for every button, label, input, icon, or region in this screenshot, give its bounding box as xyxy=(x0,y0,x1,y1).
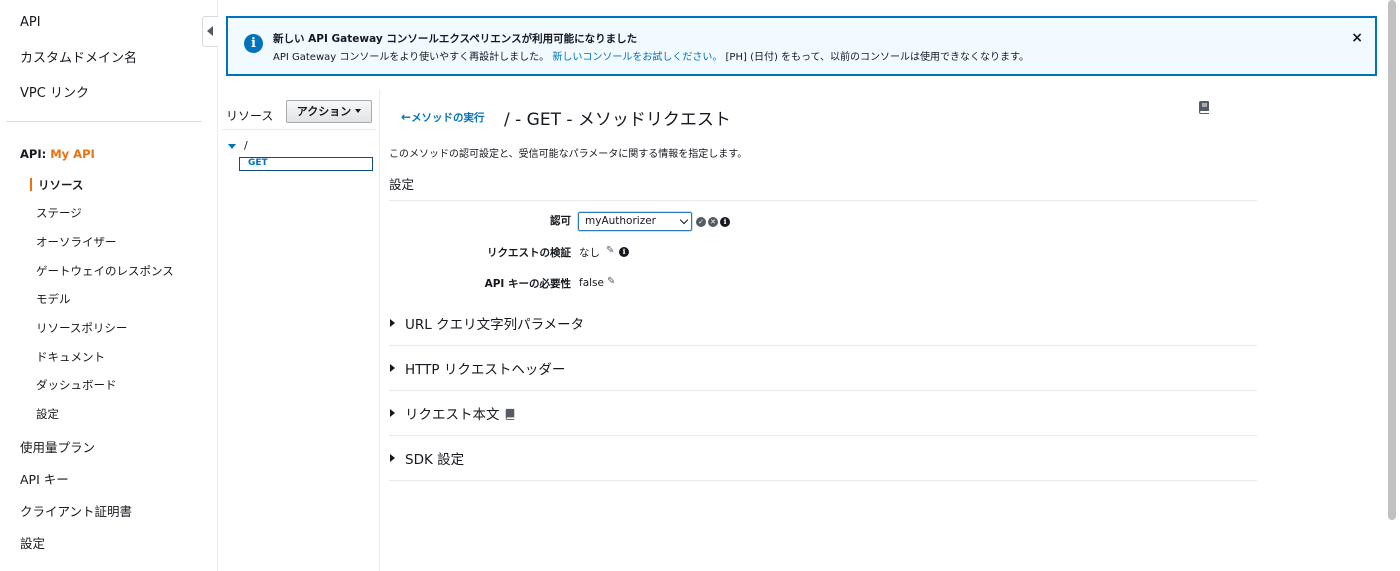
page-scrollbar[interactable] xyxy=(1388,0,1396,520)
nav-item-api-settings[interactable]: 設定 xyxy=(36,406,59,422)
pencil-icon[interactable]: ✎ xyxy=(606,245,614,256)
actions-button[interactable]: アクション xyxy=(286,100,372,123)
nav-item-models[interactable]: モデル xyxy=(36,291,71,307)
banner-body: API Gateway コンソールをより使いやすく再設計しました。 新しいコンソ… xyxy=(273,48,1029,63)
banner-text: API Gateway コンソールをより使いやすく再設計しました。 xyxy=(273,52,550,63)
nav-item-resources[interactable]: リソース xyxy=(38,177,83,193)
expand-toggle-icon[interactable] xyxy=(228,144,236,149)
caret-down-icon xyxy=(355,109,362,113)
nav-item-documentation[interactable]: ドキュメント xyxy=(36,349,105,365)
caret-right-icon xyxy=(390,319,395,327)
book-icon[interactable] xyxy=(504,408,516,420)
method-request-panel: ←メソッドの実行 / - GET - メソッドリクエスト このメソッドの認可設定… xyxy=(389,90,1257,490)
nav-item-apis[interactable]: API xyxy=(20,15,41,30)
book-icon[interactable] xyxy=(1197,100,1211,114)
chevron-down-icon xyxy=(679,215,689,225)
tree-root-resource[interactable]: / xyxy=(244,139,248,152)
nav-divider xyxy=(6,121,202,122)
nav-item-resource-policy[interactable]: リソースポリシー xyxy=(36,320,127,336)
try-new-console-link[interactable]: 新しいコンソールをお試しください。 xyxy=(552,52,722,63)
caret-right-icon xyxy=(390,409,395,417)
section-label: URL クエリ文字列パラメータ xyxy=(405,317,585,333)
nav-item-settings[interactable]: 設定 xyxy=(20,533,45,552)
nav-item-vpc-links[interactable]: VPC リンク xyxy=(20,82,89,101)
section-label: SDK 設定 xyxy=(405,452,465,468)
caret-right-icon xyxy=(390,454,395,462)
banner-text-after: [PH] (日付) をもって、以前のコンソールは使用できなくなります。 xyxy=(725,52,1030,63)
resource-tree-panel: リソース アクション / GET xyxy=(218,90,380,571)
request-validator-label: リクエストの検証 xyxy=(487,247,571,259)
method-description: このメソッドの認可設定と、受信可能なパラメータに関する情報を指定します。 xyxy=(389,149,748,160)
check-icon[interactable]: ✓ xyxy=(696,217,706,227)
tree-get-method[interactable]: GET xyxy=(239,157,373,171)
request-body-section[interactable]: リクエスト本文 xyxy=(389,391,1257,436)
close-icon[interactable]: × xyxy=(1351,30,1363,46)
actions-label: アクション xyxy=(296,105,352,118)
http-request-headers-section[interactable]: HTTP リクエストヘッダー xyxy=(389,346,1257,391)
collapse-nav-button[interactable] xyxy=(202,16,218,47)
nav-item-gateway-responses[interactable]: ゲートウェイのレスポンス xyxy=(36,263,174,279)
resource-divider xyxy=(222,129,376,130)
resources-label: リソース xyxy=(226,109,274,123)
url-query-params-section[interactable]: URL クエリ文字列パラメータ xyxy=(389,301,1257,346)
nav-item-client-certificates[interactable]: クライアント証明書 xyxy=(20,501,132,520)
nav-item-stages[interactable]: ステージ xyxy=(36,205,82,221)
api-key-required-value: false xyxy=(579,277,604,289)
nav-item-authorizers[interactable]: オーソライザー xyxy=(36,234,117,250)
banner-title: 新しい API Gateway コンソールエクスペリエンスが利用可能になりました xyxy=(273,33,638,45)
page-title: / - GET - メソッドリクエスト xyxy=(504,110,731,130)
sdk-settings-section[interactable]: SDK 設定 xyxy=(389,436,1257,481)
settings-heading: 設定 xyxy=(389,177,415,192)
nav-item-usage-plans[interactable]: 使用量プラン xyxy=(20,437,95,456)
method-execution-link[interactable]: ←メソッドの実行 xyxy=(401,110,485,125)
api-key-required-label: API キーの必要性 xyxy=(484,278,571,290)
info-icon[interactable]: i xyxy=(619,247,629,257)
pencil-icon[interactable]: ✎ xyxy=(607,276,615,287)
request-validator-value: なし xyxy=(579,247,600,259)
nav-item-api-keys[interactable]: API キー xyxy=(20,469,69,488)
info-icon: i xyxy=(244,34,263,53)
section-label: リクエスト本文 xyxy=(405,403,516,423)
api-prefix: API: xyxy=(20,147,47,161)
current-api-label: API: My API xyxy=(20,147,95,161)
request-body-label: リクエスト本文 xyxy=(405,407,500,423)
active-indicator xyxy=(30,178,32,191)
authorization-select[interactable]: myAuthorizer xyxy=(578,212,692,231)
cancel-icon[interactable]: ✕ xyxy=(708,217,718,227)
api-name[interactable]: My API xyxy=(50,147,95,161)
settings-divider xyxy=(389,200,1257,201)
nav-item-dashboard[interactable]: ダッシュボード xyxy=(36,377,117,393)
authorization-value: myAuthorizer xyxy=(585,215,656,227)
authorization-label: 認可 xyxy=(550,215,571,227)
back-arrow-icon: ← xyxy=(401,110,412,124)
caret-right-icon xyxy=(390,364,395,372)
info-icon[interactable]: i xyxy=(720,217,730,227)
new-console-banner: i 新しい API Gateway コンソールエクスペリエンスが利用可能になりま… xyxy=(226,16,1377,76)
side-navigation: API カスタムドメイン名 VPC リンク API: My API リソース ス… xyxy=(0,0,218,571)
section-label: HTTP リクエストヘッダー xyxy=(405,362,566,378)
back-link-label: メソッドの実行 xyxy=(411,112,485,124)
nav-item-custom-domains[interactable]: カスタムドメイン名 xyxy=(20,47,137,66)
collapse-arrow-icon xyxy=(207,26,213,36)
